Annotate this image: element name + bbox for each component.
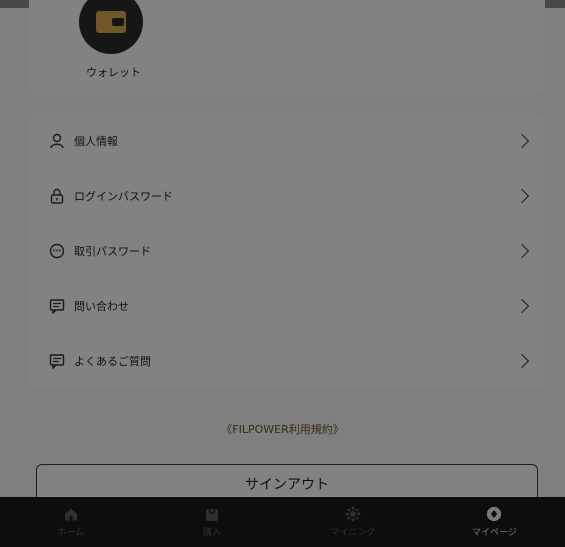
tab-purchase[interactable]: 購入 [141, 497, 282, 547]
menu-item-label: 個人情報 [74, 134, 118, 148]
tab-home[interactable]: ホーム [0, 497, 141, 547]
bottom-tab-bar: ホーム 購入 マイニング マイページ [0, 497, 565, 547]
chevron-right-icon [514, 188, 530, 203]
message-icon [49, 298, 65, 314]
mypage-icon [486, 506, 502, 522]
chevron-right-icon [514, 243, 530, 258]
menu-item-label: 取引パスワード [74, 244, 151, 258]
user-icon [49, 133, 65, 149]
terms-link[interactable]: 《FILPOWER利用規約》 [0, 421, 565, 437]
wallet-button[interactable] [79, 0, 143, 54]
menu-item-contact[interactable]: 問い合わせ [29, 278, 545, 333]
menu-item-faq[interactable]: よくあるご質問 [29, 333, 545, 388]
wallet-label: ウォレット [86, 66, 141, 79]
tab-label: ホーム [57, 528, 84, 538]
menu-item-label: ログインパスワード [74, 189, 173, 203]
menu-item-login-password[interactable]: ログインパスワード [29, 168, 545, 223]
tab-mypage[interactable]: マイページ [424, 497, 565, 547]
my-page-screen: ウォレット 個人情報 ログインパスワード *** 取引パスワード 問い合わせ よ… [0, 0, 565, 547]
purchase-icon [204, 506, 220, 522]
mining-icon [345, 506, 361, 522]
tab-label: マイニング [330, 528, 376, 538]
menu-item-label: よくあるご質問 [74, 354, 151, 368]
faq-icon [49, 353, 65, 369]
wallet-card: ウォレット [29, 0, 545, 95]
tab-mining[interactable]: マイニング [283, 497, 424, 547]
menu-item-personal-info[interactable]: 個人情報 [29, 113, 545, 168]
tab-label: マイページ [471, 528, 517, 538]
home-icon [63, 506, 79, 522]
chevron-right-icon [514, 353, 530, 368]
lock-icon [49, 188, 65, 204]
chevron-right-icon [514, 298, 530, 313]
tab-label: 購入 [202, 528, 221, 538]
settings-menu: 個人情報 ログインパスワード *** 取引パスワード 問い合わせ よくあるご質問 [29, 113, 545, 389]
wallet-icon [96, 11, 126, 33]
menu-item-label: 問い合わせ [74, 299, 129, 313]
password-icon: *** [49, 243, 65, 259]
chevron-right-icon [514, 133, 530, 148]
svg-text:***: *** [53, 248, 62, 255]
menu-item-transaction-password[interactable]: *** 取引パスワード [29, 223, 545, 278]
